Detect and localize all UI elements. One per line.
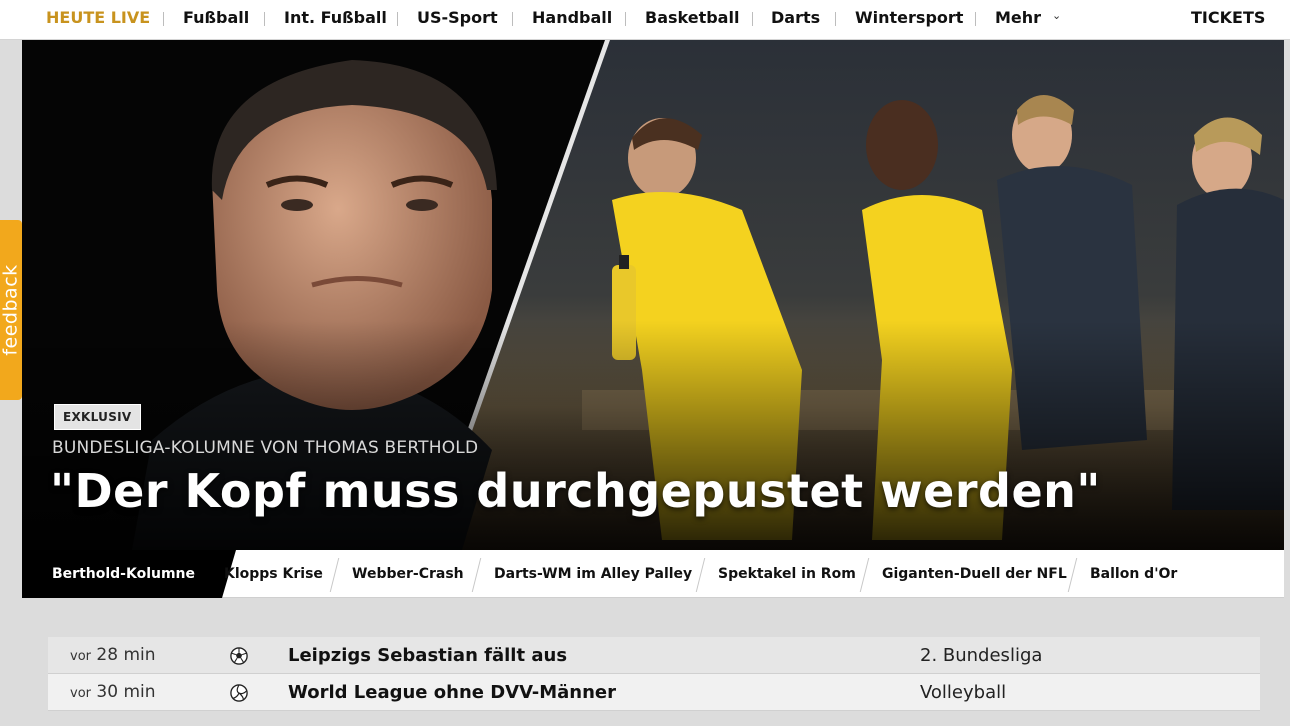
topic-tabs: Berthold-Kolumne Klopps Krise Webber-Cra… (22, 550, 1284, 598)
tab-klopps-krise[interactable]: Klopps Krise (224, 550, 323, 598)
feedback-tab[interactable]: feedback (0, 220, 22, 400)
exklusiv-badge: EXKLUSIV (54, 404, 141, 430)
nav-separator (512, 12, 513, 26)
chevron-down-icon[interactable]: ⌄ (1052, 9, 1061, 22)
nav-separator (163, 12, 164, 26)
tab-separator (695, 558, 706, 592)
news-title[interactable]: Leipzigs Sebastian fällt aus (288, 645, 567, 666)
top-navigation: HEUTE LIVE Fußball Int. Fußball US-Sport… (0, 0, 1290, 40)
nav-separator (264, 12, 265, 26)
news-time: vor 28 min (70, 645, 156, 665)
hero-kicker: BUNDESLIGA-KOLUMNE VON THOMAS BERTHOLD (52, 438, 479, 458)
tab-webber-crash[interactable]: Webber-Crash (352, 550, 464, 598)
nav-basketball[interactable]: Basketball (645, 0, 739, 40)
news-category[interactable]: Volleyball (920, 682, 1006, 703)
nav-fussball[interactable]: Fußball (183, 0, 249, 40)
nav-separator (625, 12, 626, 26)
tab-ballon-dor[interactable]: Ballon d'Or (1090, 550, 1177, 598)
news-list: vor 28 min Leipzigs Sebastian fällt aus … (48, 637, 1260, 711)
tab-separator (471, 558, 482, 592)
tab-separator (859, 558, 870, 592)
nav-us-sport[interactable]: US-Sport (417, 0, 498, 40)
nav-tickets[interactable]: TICKETS (1191, 0, 1265, 40)
tab-separator (1067, 558, 1078, 592)
tab-separator (329, 558, 340, 592)
news-category[interactable]: 2. Bundesliga (920, 645, 1042, 666)
news-row[interactable]: vor 28 min Leipzigs Sebastian fällt aus … (48, 637, 1260, 674)
tab-darts-wm[interactable]: Darts-WM im Alley Palley (494, 550, 692, 598)
nav-wintersport[interactable]: Wintersport (855, 0, 963, 40)
nav-heute-live[interactable]: HEUTE LIVE (46, 0, 150, 40)
nav-separator (975, 12, 976, 26)
news-row[interactable]: vor 30 min World League ohne DVV-Männer … (48, 674, 1260, 711)
volleyball-icon (230, 684, 248, 702)
feedback-label: feedback (0, 264, 22, 356)
nav-int-fussball[interactable]: Int. Fußball (284, 0, 387, 40)
hero-teaser[interactable]: EXKLUSIV BUNDESLIGA-KOLUMNE VON THOMAS B… (22, 40, 1284, 550)
news-title[interactable]: World League ohne DVV-Männer (288, 682, 616, 703)
news-time: vor 30 min (70, 682, 156, 702)
hero-headline[interactable]: "Der Kopf muss durchgepustet werden" (50, 464, 1101, 518)
tab-giganten-duell-nfl[interactable]: Giganten-Duell der NFL (882, 550, 1067, 598)
nav-separator (752, 12, 753, 26)
nav-handball[interactable]: Handball (532, 0, 612, 40)
nav-separator (397, 12, 398, 26)
nav-separator (835, 12, 836, 26)
nav-darts[interactable]: Darts (771, 0, 820, 40)
nav-mehr[interactable]: Mehr (995, 0, 1041, 40)
tab-berthold-kolumne[interactable]: Berthold-Kolumne (52, 550, 195, 598)
tab-spektakel-in-rom[interactable]: Spektakel in Rom (718, 550, 856, 598)
soccer-ball-icon (230, 647, 248, 665)
